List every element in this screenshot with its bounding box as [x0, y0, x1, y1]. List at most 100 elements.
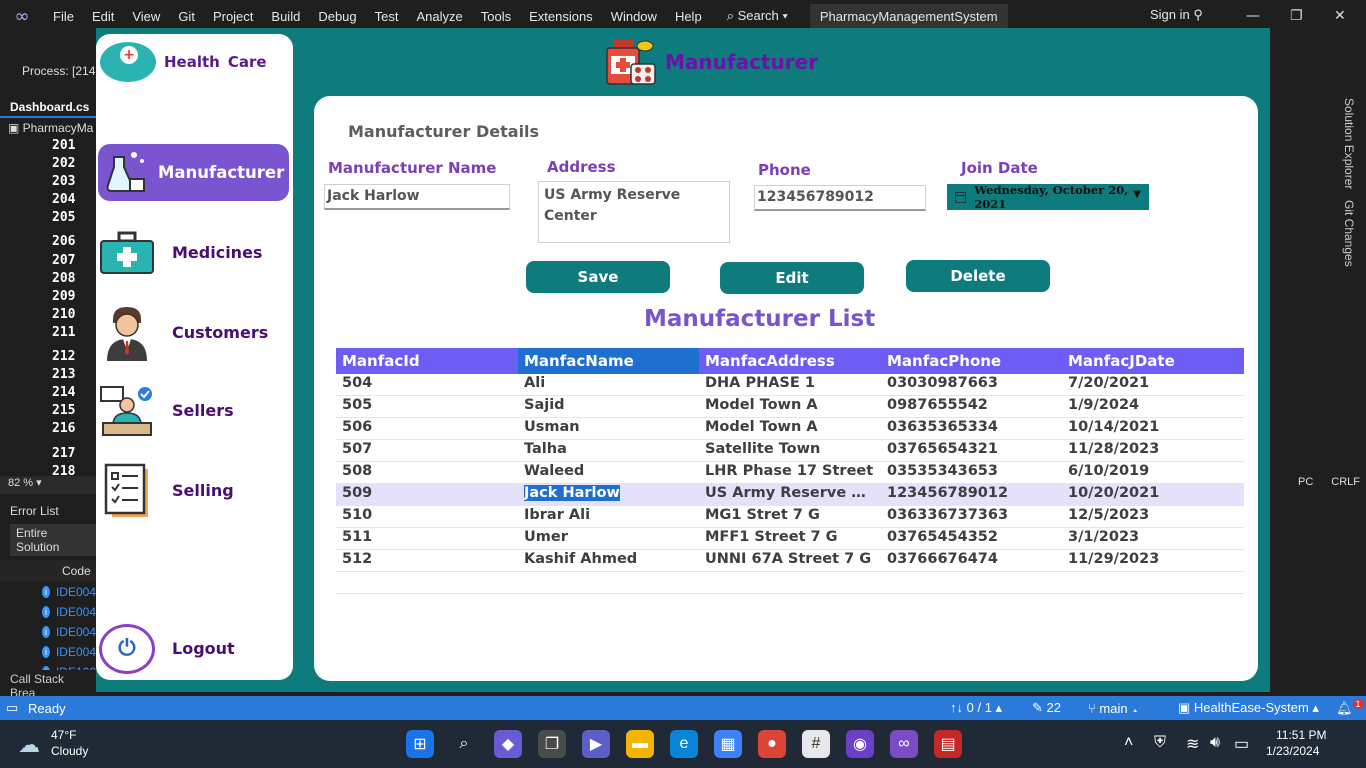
table-cell[interactable]: MG1 Stret 7 G	[699, 506, 881, 527]
table-cell[interactable]: Ali	[518, 374, 699, 395]
table-cell[interactable]: US Army Reserve Ce...	[699, 484, 881, 505]
menu-item-extensions[interactable]: Extensions	[520, 9, 602, 24]
chevron-up-icon[interactable]: ˄	[1124, 734, 1133, 752]
table-cell[interactable]: Sajid	[518, 396, 699, 417]
table-row[interactable]: 511 Umer MFF1 Street 7 G 03765454352 3/1/202…	[336, 528, 1244, 550]
task-view-icon[interactable]: ❐	[538, 730, 566, 758]
menu-item-window[interactable]: Window	[602, 9, 666, 24]
column-header-manfacid[interactable]: ManfacId	[336, 348, 518, 374]
process-selector[interactable]: Process: [214	[22, 64, 95, 78]
table-row[interactable]: 506 Usman Model Town A 03635365334 10/14/202…	[336, 418, 1244, 440]
table-cell[interactable]: 03635365334	[881, 418, 1062, 439]
column-header-manfacphone[interactable]: ManfacPhone	[881, 348, 1062, 374]
menu-item-test[interactable]: Test	[366, 9, 408, 24]
repo-selector[interactable]: ▣ HealthEase-System ▴	[1178, 700, 1319, 716]
slack-icon[interactable]: #	[802, 730, 830, 758]
error-row[interactable]: i IDE004	[0, 602, 96, 622]
table-cell[interactable]: Usman	[518, 418, 699, 439]
volume-icon[interactable]: 🔊︎	[1210, 734, 1220, 752]
table-row[interactable]: 504 Ali DHA PHASE 1 03030987663 7/20/2021	[336, 374, 1244, 396]
table-cell[interactable]: 3/1/2023	[1062, 528, 1244, 549]
error-scope-select[interactable]: Entire Solution	[10, 524, 96, 556]
table-row[interactable]: 505 Sajid Model Town A 0987655542 1/9/2024	[336, 396, 1244, 418]
table-cell[interactable]: LHR Phase 17 Street	[699, 462, 881, 483]
menu-item-help[interactable]: Help	[666, 9, 711, 24]
table-cell[interactable]: Waleed	[518, 462, 699, 483]
column-header-manfacaddress[interactable]: ManfacAddress	[699, 348, 881, 374]
table-cell[interactable]: 511	[336, 528, 518, 549]
menu-item-build[interactable]: Build	[262, 9, 309, 24]
table-cell[interactable]: Model Town A	[699, 396, 881, 417]
app-icon[interactable]: ▤	[934, 730, 962, 758]
table-cell[interactable]: Umer	[518, 528, 699, 549]
nav-logout[interactable]: ⏻ Logout	[98, 620, 289, 677]
menu-item-debug[interactable]: Debug	[309, 9, 365, 24]
table-row[interactable]: 508 Waleed LHR Phase 17 Street 03535343653 6…	[336, 462, 1244, 484]
manufacturer-grid[interactable]: ManfacId ManfacName ManfacAddress ManfacPho…	[336, 348, 1244, 594]
menu-item-edit[interactable]: Edit	[83, 9, 123, 24]
error-row[interactable]: i IDE004	[0, 642, 96, 662]
store-icon[interactable]: ▦	[714, 730, 742, 758]
zoom-level[interactable]: 82 % ▾	[0, 476, 96, 494]
error-row[interactable]: i IDE004	[0, 622, 96, 642]
teams-icon[interactable]: ▶	[582, 730, 610, 758]
table-cell[interactable]: 6/10/2019	[1062, 462, 1244, 483]
file-explorer-icon[interactable]: ▬	[626, 730, 654, 758]
table-cell[interactable]: Jack Harlow	[518, 484, 699, 505]
menu-item-analyze[interactable]: Analyze	[407, 9, 471, 24]
restore-icon[interactable]: ❐	[1290, 8, 1303, 24]
weather-cloud-icon[interactable]: ☁	[18, 732, 40, 758]
address-input[interactable]: US Army Reserve Center	[538, 181, 730, 243]
table-cell[interactable]: 510	[336, 506, 518, 527]
nav-customers[interactable]: Customers	[98, 304, 289, 361]
table-cell[interactable]: 0987655542	[881, 396, 1062, 417]
join-date-picker[interactable]: Wednesday, October 20, 2021 ▼	[947, 183, 1149, 211]
close-icon[interactable]: ✕	[1334, 8, 1346, 24]
pencil-count[interactable]: ✎ 22	[1032, 700, 1061, 716]
editor-tab-dashboard[interactable]: Dashboard.cs	[0, 98, 96, 118]
line-ending[interactable]: PC CRLF	[1298, 476, 1360, 488]
nav-medicines[interactable]: Medicines	[98, 224, 289, 281]
table-cell[interactable]: UNNI 67A Street 7 G	[699, 550, 881, 571]
windows-start-icon[interactable]: ⊞	[406, 730, 434, 758]
table-cell[interactable]: 11/29/2023	[1062, 550, 1244, 571]
nav-manufacturer[interactable]: Manufacturer	[98, 144, 289, 201]
table-cell[interactable]: 512	[336, 550, 518, 571]
table-cell[interactable]: 509	[336, 484, 518, 505]
github-icon[interactable]: ◉	[846, 730, 874, 758]
line-count[interactable]: ↑↓ 0 / 1 ▴	[950, 700, 1002, 716]
menu-item-file[interactable]: File	[44, 9, 83, 24]
table-cell[interactable]: 508	[336, 462, 518, 483]
table-cell[interactable]: 123456789012	[881, 484, 1062, 505]
table-cell[interactable]: 036336737363	[881, 506, 1062, 527]
chrome-icon[interactable]: ●	[758, 730, 786, 758]
table-cell[interactable]: 10/20/2021	[1062, 484, 1244, 505]
nav-selling[interactable]: Selling	[98, 462, 289, 519]
security-icon[interactable]: ⛨	[1154, 734, 1166, 752]
branch-selector[interactable]: ⑂ main ▴	[1088, 701, 1139, 716]
table-cell[interactable]: Model Town A	[699, 418, 881, 439]
nav-sellers[interactable]: Sellers	[98, 382, 289, 439]
battery-icon[interactable]: ▭	[1234, 734, 1249, 754]
vs-search-button[interactable]: ⌕ Search ▾	[719, 8, 796, 24]
table-cell[interactable]: 10/14/2021	[1062, 418, 1244, 439]
table-row[interactable]: 507 Talha Satellite Town 03765654321 11/28/2…	[336, 440, 1244, 462]
table-cell[interactable]: 506	[336, 418, 518, 439]
sign-in-button[interactable]: Sign in ⚲	[1150, 7, 1203, 23]
edit-button[interactable]: Edit	[720, 262, 864, 294]
table-cell[interactable]: 03766676474	[881, 550, 1062, 571]
column-header-manfacjdate[interactable]: ManfacJDate	[1062, 348, 1244, 374]
table-cell[interactable]: Ibrar Ali	[518, 506, 699, 527]
table-row[interactable]: 510 Ibrar Ali MG1 Stret 7 G 036336737363 12/…	[336, 506, 1244, 528]
table-cell[interactable]: MFF1 Street 7 G	[699, 528, 881, 549]
menu-item-tools[interactable]: Tools	[472, 9, 520, 24]
bottom-tabs[interactable]: Call Stack Brea	[0, 670, 96, 700]
error-row[interactable]: i IDE004	[0, 582, 96, 602]
save-button[interactable]: Save	[526, 261, 670, 293]
wifi-icon[interactable]: ≋	[1186, 734, 1199, 754]
manufacturer-name-input[interactable]: Jack Harlow	[324, 184, 510, 210]
table-cell[interactable]: 03535343653	[881, 462, 1062, 483]
table-cell[interactable]: 03765454352	[881, 528, 1062, 549]
notification-bell-icon[interactable]: 🔔︎ 1	[1336, 699, 1364, 716]
edge-icon[interactable]: e	[670, 730, 698, 758]
